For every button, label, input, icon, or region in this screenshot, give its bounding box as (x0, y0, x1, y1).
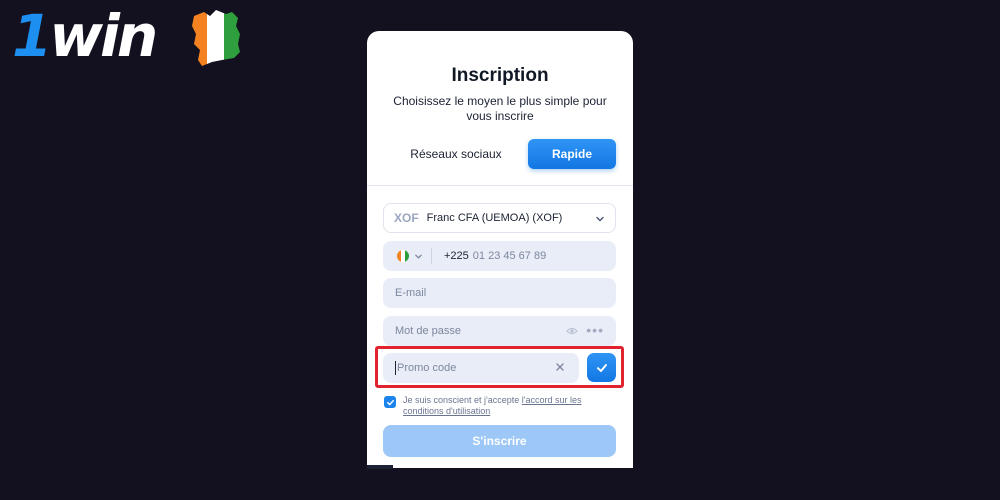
divider (431, 248, 432, 264)
logo-wordmark: 1win (12, 2, 158, 70)
modal-cutoff (367, 468, 633, 500)
password-placeholder: Mot de passe (395, 325, 462, 337)
tab-social-networks[interactable]: Réseaux sociaux (389, 139, 523, 169)
currency-code: XOF (394, 211, 419, 225)
check-icon (386, 399, 394, 405)
ivory-coast-map-flag-icon (192, 10, 240, 66)
registration-modal: Inscription Choisissez le moyen le plus … (367, 31, 633, 500)
phone-input[interactable]: 01 23 45 67 89 (473, 250, 546, 262)
phone-field[interactable]: +225 01 23 45 67 89 (383, 241, 616, 271)
email-placeholder: E-mail (395, 287, 427, 299)
modal-header: Inscription Choisissez le moyen le plus … (367, 31, 633, 186)
chevron-down-icon[interactable] (414, 252, 423, 261)
terms-checkbox[interactable] (384, 396, 396, 408)
currency-select[interactable]: XOF Franc CFA (UEMOA) (XOF) (383, 203, 616, 233)
eye-icon[interactable] (566, 325, 578, 337)
brand-logo: 1win (4, 0, 244, 70)
more-dots-icon[interactable]: ••• (586, 321, 604, 339)
terms-label: Je suis conscient et j'accepte l'accord … (403, 395, 582, 416)
register-button[interactable]: S'inscrire (383, 425, 616, 457)
modal-bottom-bar (367, 465, 393, 469)
modal-subtitle: Choisissez le moyen le plus simple pour … (393, 94, 607, 123)
tab-rapide[interactable]: Rapide (528, 139, 616, 169)
phone-prefix: +225 (444, 250, 469, 262)
chevron-down-icon (596, 216, 604, 222)
promo-highlight-frame (375, 346, 624, 388)
password-field[interactable]: Mot de passe ••• (383, 316, 616, 346)
currency-name: Franc CFA (UEMOA) (XOF) (426, 212, 563, 224)
modal-title: Inscription (451, 65, 549, 86)
ivory-coast-flag-icon[interactable] (397, 250, 409, 262)
email-field[interactable]: E-mail (383, 278, 616, 308)
